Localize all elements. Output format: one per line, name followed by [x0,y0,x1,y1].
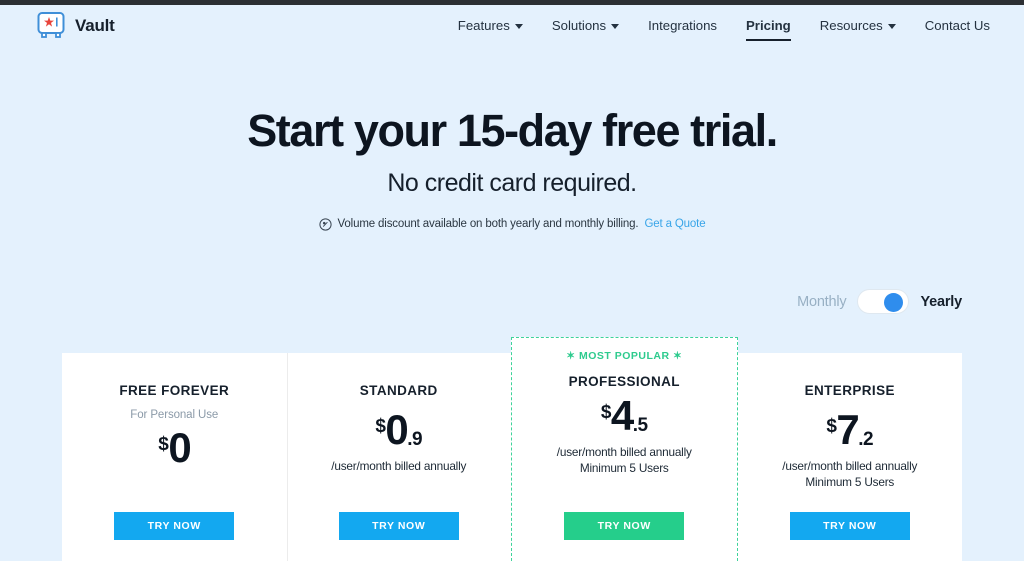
price-currency: $ [826,416,837,437]
try-now-button[interactable]: TRY NOW [564,512,685,540]
plan-meta-line-1: /user/month billed annually [782,459,918,473]
plan-meta: /user/month billed annually [287,459,512,475]
plan-meta: /user/month billed annually Minimum 5 Us… [512,445,737,477]
nav-label: Solutions [551,18,607,33]
price-currency: $ [375,416,386,437]
plan-title: STANDARD [359,383,438,398]
plan-price: $ 4 .5 [512,395,737,437]
price-whole: 0 [168,424,191,471]
plan-title: PROFESSIONAL [568,374,680,389]
billing-monthly-label[interactable]: Monthly [797,294,847,310]
brand-logo-link[interactable]: Vault [36,11,115,40]
brand-name: Vault [75,15,115,35]
nav-item-resources[interactable]: Resources [820,5,896,46]
nav-item-features[interactable]: Features [458,5,523,46]
price-whole: 7 [836,406,859,453]
nav-item-contact-us[interactable]: Contact Us [925,5,990,46]
plan-meta-line-2: Minimum 5 Users [579,460,669,475]
vault-star-icon [36,11,66,40]
price-whole: 0 [385,406,408,453]
plan-price: $ 0 [62,427,287,469]
price-fraction: .9 [407,429,423,450]
nav-item-pricing[interactable]: Pricing [746,5,791,46]
hero-section: Start your 15-day free trial. No credit … [0,105,1024,231]
plan-title: FREE FOREVER [119,383,230,398]
try-now-button[interactable]: TRY NOW [114,512,235,540]
price-whole: 4 [610,392,634,439]
chevron-down-icon [887,24,896,29]
most-popular-badge: ✶ MOST POPULAR ✶ [566,350,683,362]
volume-discount-text: Volume discount available on both yearly… [337,218,639,231]
nav-label: Resources [819,18,883,33]
nav-label: Contact Us [924,18,990,33]
try-now-button[interactable]: TRY NOW [338,512,459,540]
nav-item-integrations[interactable]: Integrations [648,5,717,46]
toggle-knob [884,292,904,312]
discount-tag-icon [318,218,332,231]
page-title: Start your 15-day free trial. [247,105,778,156]
active-nav-underline [746,39,791,41]
chevron-down-icon [611,24,620,29]
plan-title: ENTERPRISE [804,383,895,398]
plan-meta: /user/month billed annually Minimum 5 Us… [738,459,963,491]
plan-price: $ 0 .9 [287,409,512,451]
plan-meta-line-1: /user/month billed annually [556,445,692,459]
nav-label: Features [457,18,510,33]
main-navigation: Features Solutions Integrations Pricing … [458,5,990,46]
billing-toggle-switch[interactable] [857,289,910,314]
plan-card-professional[interactable]: ✶ MOST POPULAR ✶ PROFESSIONAL $ 4 .5 /us… [511,337,738,561]
billing-yearly-label[interactable]: Yearly [920,294,962,310]
plan-card-standard[interactable]: STANDARD $ 0 .9 /user/month billed annua… [286,353,512,561]
plan-meta-line-1: /user/month billed annually [331,459,467,473]
chevron-down-icon [514,24,523,29]
plan-meta-line-2: Minimum 5 Users [805,474,895,489]
plan-card-free-forever[interactable]: FREE FOREVER For Personal Use $ 0 TRY NO… [62,353,287,561]
plan-card-enterprise[interactable]: ENTERPRISE $ 7 .2 /user/month billed ann… [737,353,963,561]
nav-item-solutions[interactable]: Solutions [551,5,620,46]
get-a-quote-link[interactable]: Get a Quote [644,218,705,230]
price-fraction: .5 [632,415,648,436]
nav-label: Integrations [648,18,718,33]
pricing-plans-row: FREE FOREVER For Personal Use $ 0 TRY NO… [62,337,963,561]
try-now-button[interactable]: TRY NOW [789,512,910,540]
volume-discount-note: Volume discount available on both yearly… [0,218,1024,231]
price-currency: $ [158,434,169,455]
site-header: Vault Features Solutions Integrations Pr… [0,5,1024,46]
plan-price: $ 7 .2 [738,409,963,451]
price-fraction: .2 [858,429,874,450]
nav-label: Pricing [746,18,791,33]
hero-subtitle: No credit card required. [387,168,637,197]
plan-tagline: For Personal Use [130,409,219,421]
billing-period-toggle[interactable]: Monthly Yearly [797,289,962,314]
price-currency: $ [600,402,612,423]
